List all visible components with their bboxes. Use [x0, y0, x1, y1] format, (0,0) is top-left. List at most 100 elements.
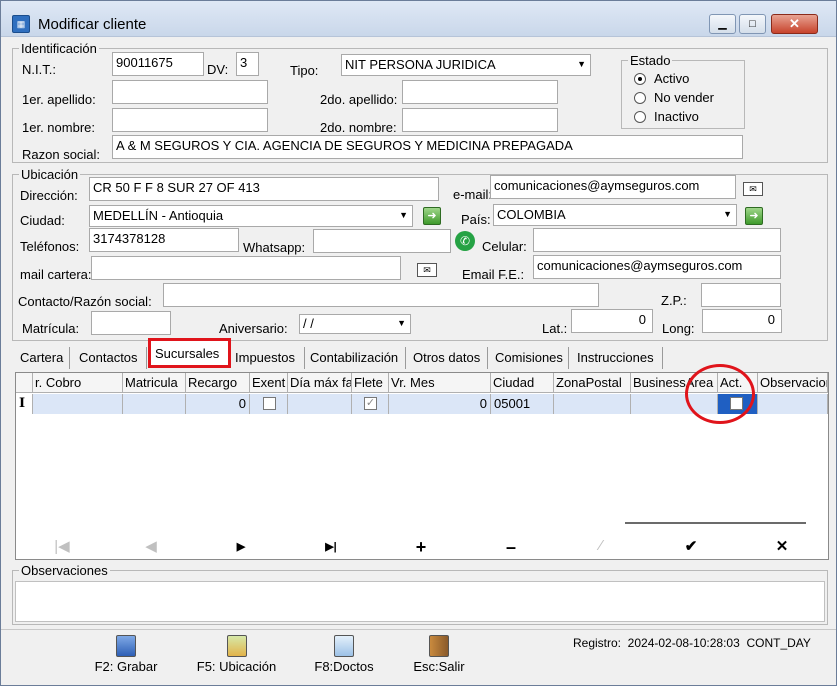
envelope-icon[interactable]: ✉ — [417, 263, 437, 277]
aniversario-input[interactable]: / / ▼ — [299, 314, 411, 334]
nombre1-label: 1er. nombre: — [22, 120, 95, 135]
cell-exent[interactable] — [250, 394, 288, 414]
minimize-button[interactable]: ▁ — [709, 14, 736, 34]
col-obs-header[interactable]: Observacion — [758, 373, 828, 393]
contacto-input[interactable] — [163, 283, 599, 307]
estado-inactivo-radio[interactable] — [634, 111, 646, 123]
nav-post-icon[interactable]: ✔ — [676, 537, 706, 557]
envelope-icon[interactable]: ✉ — [743, 182, 763, 196]
nav-last-icon[interactable]: ▶| — [316, 537, 346, 557]
nit-input[interactable]: 90011675 — [112, 52, 204, 76]
modificar-cliente-window: ▦ Modificar cliente ▁ □ ✕ Identificación… — [0, 0, 837, 686]
estado-inactivo-label: Inactivo — [654, 109, 699, 124]
razon-social-input[interactable]: A & M SEGUROS Y CIA. AGENCIA DE SEGUROS … — [112, 135, 743, 159]
nombre2-label: 2do. nombre: — [320, 120, 397, 135]
cell-vr-mes[interactable]: 0 — [389, 394, 491, 414]
long-input[interactable]: 0 — [702, 309, 782, 333]
exent-checkbox[interactable] — [263, 397, 276, 410]
horizontal-scrollbar[interactable] — [625, 522, 806, 524]
celular-input[interactable] — [533, 228, 781, 252]
cell-dia[interactable] — [288, 394, 352, 414]
contacto-label: Contacto/Razón social: — [18, 294, 152, 309]
maximize-button[interactable]: □ — [739, 14, 766, 34]
cell-flete[interactable]: ✓ — [352, 394, 389, 414]
col-recargo-header[interactable]: Recargo — [186, 373, 250, 393]
cell-zona[interactable] — [554, 394, 631, 414]
nombre1-input[interactable] — [112, 108, 268, 132]
razon-social-label: Razon social: — [22, 147, 101, 162]
telefonos-input[interactable]: 3174378128 — [89, 228, 239, 252]
tab-instrucciones[interactable]: Instrucciones — [573, 347, 663, 369]
tab-sucursales[interactable]: Sucursales — [148, 338, 231, 368]
whatsapp-input[interactable] — [313, 229, 451, 253]
nav-edit-icon[interactable]: ⁄ — [586, 537, 616, 557]
col-cobro-header[interactable]: r. Cobro — [33, 373, 123, 393]
chevron-down-icon: ▼ — [397, 318, 406, 328]
ubicacion-button[interactable]: F5: Ubicación — [189, 635, 284, 674]
cell-matricula[interactable] — [123, 394, 186, 414]
pais-select[interactable]: COLOMBIA ▼ — [493, 204, 737, 226]
dv-input[interactable]: 3 — [236, 52, 259, 76]
save-icon — [116, 635, 136, 657]
apellido1-input[interactable] — [112, 80, 268, 104]
estado-activo-radio[interactable] — [634, 73, 646, 85]
matricula-label: Matrícula: — [22, 321, 80, 336]
col-ciudad-header[interactable]: Ciudad — [491, 373, 554, 393]
cell-recargo[interactable]: 0 — [186, 394, 250, 414]
tab-otros-datos[interactable]: Otros datos — [409, 347, 488, 369]
nav-next-icon[interactable]: ▶ — [226, 537, 256, 557]
ciudad-select[interactable]: MEDELLÍN - Antioquia ▼ — [89, 205, 413, 227]
aniversario-label: Aniversario: — [219, 321, 288, 336]
nombre2-input[interactable] — [402, 108, 558, 132]
col-dia-header[interactable]: Día máx fa — [288, 373, 352, 393]
cell-ciudad[interactable]: 05001 — [491, 394, 554, 414]
nav-cancel-icon[interactable]: ✕ — [767, 537, 797, 557]
cell-obs[interactable] — [758, 394, 828, 414]
direccion-input[interactable]: CR 50 F F 8 SUR 27 OF 413 — [89, 177, 439, 201]
email-input[interactable]: comunicaciones@aymseguros.com — [490, 175, 736, 199]
cell-cobro[interactable] — [33, 394, 123, 414]
tab-cartera[interactable]: Cartera — [16, 347, 70, 369]
act-highlight-circle — [685, 364, 755, 424]
col-matricula-header[interactable]: Matricula — [123, 373, 186, 393]
direccion-label: Dirección: — [20, 188, 78, 203]
nav-delete-icon[interactable]: – — [496, 537, 526, 557]
matricula-input[interactable] — [91, 311, 171, 335]
estado-no-vender-radio[interactable] — [634, 92, 646, 104]
tab-comisiones[interactable]: Comisiones — [491, 347, 569, 369]
nav-first-icon[interactable]: |◀ — [47, 537, 77, 557]
tab-contabilizacion[interactable]: Contabilización — [306, 347, 406, 369]
pais-go-icon[interactable]: ➜ — [745, 207, 763, 225]
tipo-select[interactable]: NIT PERSONA JURIDICA ▼ — [341, 54, 591, 76]
doctos-label: F8:Doctos — [314, 659, 374, 674]
estado-no-vender-label: No vender — [654, 90, 714, 105]
close-button[interactable]: ✕ — [771, 14, 818, 34]
grabar-button[interactable]: F2: Grabar — [91, 635, 161, 674]
col-zona-header[interactable]: ZonaPostal — [554, 373, 631, 393]
ubicacion-legend: Ubicación — [21, 167, 79, 182]
app-icon: ▦ — [12, 15, 30, 33]
chevron-down-icon: ▼ — [577, 59, 586, 69]
lat-input[interactable]: 0 — [571, 309, 653, 333]
ciudad-select-value: MEDELLÍN - Antioquia — [93, 208, 224, 223]
mail-cartera-input[interactable] — [91, 256, 401, 280]
email-fe-input[interactable]: comunicaciones@aymseguros.com — [533, 255, 781, 279]
nav-prior-icon[interactable]: ◀ — [136, 537, 166, 557]
email-fe-label: Email F.E.: — [462, 267, 525, 282]
tipo-select-value: NIT PERSONA JURIDICA — [345, 57, 496, 72]
tab-contactos[interactable]: Contactos — [75, 347, 147, 369]
zp-input[interactable] — [701, 283, 781, 307]
nav-insert-icon[interactable]: + — [406, 537, 436, 557]
salir-button[interactable]: Esc:Salir — [407, 635, 471, 674]
doctos-button[interactable]: F8:Doctos — [309, 635, 379, 674]
ciudad-go-icon[interactable]: ➜ — [423, 207, 441, 225]
col-vr-mes-header[interactable]: Vr. Mes — [389, 373, 491, 393]
col-exent-header[interactable]: Exent — [250, 373, 288, 393]
observaciones-textarea[interactable] — [15, 581, 825, 622]
whatsapp-icon[interactable]: ✆ — [455, 231, 475, 251]
flete-checkbox-checked-icon[interactable]: ✓ — [364, 397, 377, 410]
apellido2-input[interactable] — [402, 80, 558, 104]
col-flete-header[interactable]: Flete — [352, 373, 389, 393]
tab-impuestos[interactable]: Impuestos — [232, 347, 305, 369]
chevron-down-icon: ▼ — [723, 209, 732, 219]
